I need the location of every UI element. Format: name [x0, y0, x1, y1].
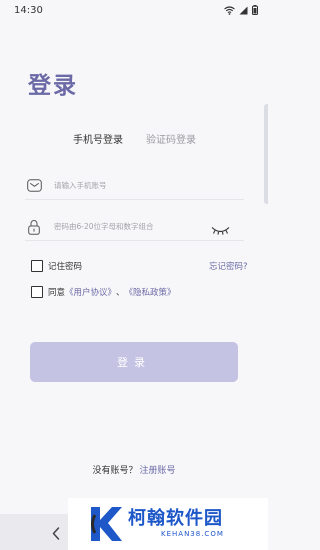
battery-icon	[252, 5, 258, 15]
agreement-separator: 、	[116, 288, 125, 298]
remember-checkbox[interactable]	[31, 260, 43, 272]
lock-icon	[25, 218, 43, 236]
agreement-row: 同意 《用户协议》 、 《隐私政策》	[31, 285, 176, 299]
phone-field	[25, 172, 244, 200]
phone-input[interactable]	[54, 181, 204, 190]
login-button[interactable]: 登录	[30, 342, 238, 382]
status-bar: 14:30	[0, 0, 268, 20]
signal-icon	[239, 6, 248, 15]
register-row: 没有账号？ 注册账号	[0, 463, 268, 476]
eye-closed-icon[interactable]	[211, 220, 230, 239]
login-tabs: 手机号登录 验证码登录	[0, 131, 268, 147]
user-agreement-link[interactable]: 《用户协议》	[65, 286, 116, 298]
watermark: 柯翰软件园 KEHAN38.COM	[68, 498, 268, 550]
status-time: 14:30	[14, 4, 43, 16]
remember-label[interactable]: 记住密码	[48, 260, 82, 272]
watermark-logo-icon	[86, 504, 124, 548]
password-input[interactable]	[54, 222, 204, 231]
page-title: 登录	[28, 73, 78, 99]
watermark-name: 柯翰软件园	[128, 508, 223, 529]
watermark-domain: KEHAN38.COM	[161, 530, 224, 538]
wifi-icon	[224, 5, 235, 15]
forgot-password-link[interactable]: 忘记密码?	[209, 260, 248, 272]
envelope-icon	[25, 177, 43, 195]
edge-panel-handle[interactable]	[264, 104, 268, 204]
password-field	[25, 213, 244, 241]
back-icon[interactable]	[52, 525, 60, 544]
privacy-policy-link[interactable]: 《隐私政策》	[125, 286, 176, 298]
status-icons	[224, 5, 258, 15]
register-prompt: 没有账号？	[92, 466, 138, 476]
tab-code-login[interactable]: 验证码登录	[146, 131, 196, 146]
tab-phone-login[interactable]: 手机号登录	[73, 131, 123, 146]
agreement-prefix: 同意	[48, 288, 66, 298]
agreement-checkbox[interactable]	[31, 286, 43, 298]
register-link[interactable]: 注册账号	[140, 466, 176, 476]
remember-row: 记住密码	[31, 259, 82, 273]
